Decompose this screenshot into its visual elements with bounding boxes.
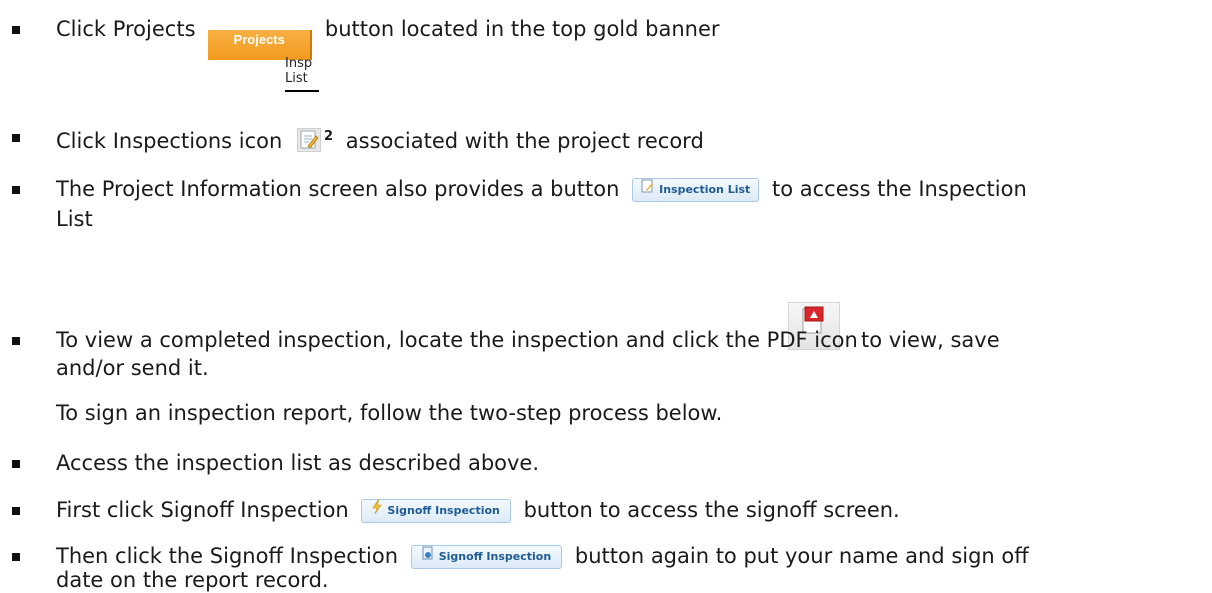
inspection-list-button[interactable]: Inspection List — [632, 178, 760, 202]
bullet — [12, 134, 20, 142]
step-text: button again to put your name and sign o… — [574, 544, 1029, 568]
bullet — [12, 186, 20, 194]
step-text: Click Projects — [56, 17, 196, 41]
step-text: Access the inspection list as described … — [56, 451, 540, 475]
edit-inspection-icon[interactable] — [297, 128, 322, 152]
bullet — [12, 460, 20, 468]
signoff-doc-icon — [422, 546, 434, 568]
insp-list-line2: List — [285, 71, 308, 86]
bullet — [12, 337, 20, 345]
step-text: button located in the top gold banner — [324, 17, 720, 41]
lightning-icon — [372, 499, 382, 522]
signoff-inspection-label: Signoff Inspection — [438, 550, 552, 563]
step-text-continued: date on the report record. — [56, 568, 329, 592]
insp-list-line1: Insp — [285, 56, 313, 71]
step-text: to access the Inspection — [771, 177, 1027, 201]
step-text: button to access the signoff screen. — [523, 498, 900, 522]
inspection-list-label: Inspection List — [659, 183, 751, 196]
signoff-inspection-label: Signoff Inspection — [387, 504, 500, 517]
step-text: associated with the project record — [345, 129, 704, 153]
step-text: to view, save — [861, 328, 1000, 352]
step-text: Click Inspections icon — [56, 129, 283, 153]
document-icon — [641, 179, 654, 201]
step-text-continued: and/or send it. — [56, 356, 209, 380]
step-text-continued: List — [56, 207, 93, 231]
note-text: To sign an inspection report, follow the… — [56, 401, 723, 425]
step-text: First click Signoff Inspection — [56, 498, 349, 522]
bullet — [12, 507, 20, 515]
bullet — [12, 553, 20, 561]
step-text: Then click the Signoff Inspection — [56, 544, 399, 568]
step-text: The Project Information screen also prov… — [56, 177, 620, 201]
signoff-inspection-button[interactable]: Signoff Inspection — [361, 499, 511, 523]
inspection-count: 2 — [324, 129, 334, 144]
bullet — [12, 26, 20, 34]
insp-list-column-header: Insp List — [285, 56, 319, 92]
signoff-inspection-confirm-button[interactable]: Signoff Inspection — [410, 545, 563, 569]
step-text: To view a completed inspection, locate t… — [56, 328, 858, 352]
